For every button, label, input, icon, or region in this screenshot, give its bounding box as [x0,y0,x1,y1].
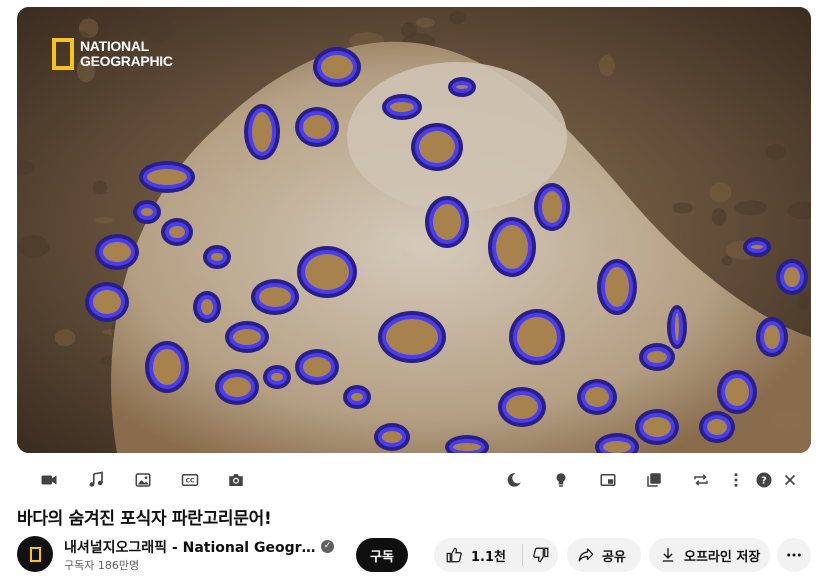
offline-save-label: 오프라인 저장 [684,549,761,565]
like-button[interactable]: 1.1천 [434,538,522,572]
download-icon [662,548,674,562]
playlist-icon[interactable] [644,470,664,490]
svg-text:CC: CC [186,478,195,485]
video-title: 바다의 숨겨진 포식자 파란고리문어! [17,509,272,529]
avatar-logo [29,546,41,562]
share-label: 공유 [602,549,626,565]
like-count: 1.1천 [471,549,506,565]
thumbs-down-icon [532,547,548,563]
share-arrow-icon [578,548,594,562]
logo-line-2: GEOGRAPHIC [80,53,173,69]
channel-name[interactable]: 내셔널지오그래픽 - National Geographic Korea [64,537,322,557]
closed-captions-icon[interactable]: CC [180,470,200,490]
video-frame [17,7,811,453]
picture-in-picture-icon[interactable] [598,470,618,490]
like-dislike-group: 1.1천 [434,538,558,572]
share-button[interactable]: 공유 [567,538,641,572]
video-camera-icon[interactable] [39,470,59,490]
loop-icon[interactable] [691,470,711,490]
camera-icon[interactable] [226,470,246,490]
music-note-icon[interactable] [86,470,106,490]
help-icon[interactable]: ? [754,470,774,490]
svg-text:?: ? [761,475,767,486]
player-toolbar: CC ? [0,466,824,494]
moon-icon[interactable] [504,470,524,490]
close-icon[interactable] [780,470,800,490]
dislike-button[interactable] [523,538,558,572]
image-icon[interactable] [133,470,153,490]
video-player[interactable]: NATIONAL GEOGRAPHIC [17,7,811,453]
lightbulb-icon[interactable] [551,470,571,490]
more-actions-button[interactable] [777,538,811,572]
national-geographic-logo: NATIONAL GEOGRAPHIC [52,38,173,70]
verified-check-icon: ✓ [321,540,334,553]
thumbs-up-icon [446,547,462,563]
subscribe-button[interactable]: 구독 [356,538,408,572]
subscriber-count: 구독자 186만명 [64,559,140,572]
logo-line-1: NATIONAL [80,38,149,54]
more-vertical-icon[interactable] [726,470,746,490]
logo-yellow-frame [52,38,74,70]
more-horizontal-icon [787,553,801,557]
offline-save-button[interactable]: 오프라인 저장 [649,538,770,572]
channel-avatar[interactable] [17,536,53,572]
